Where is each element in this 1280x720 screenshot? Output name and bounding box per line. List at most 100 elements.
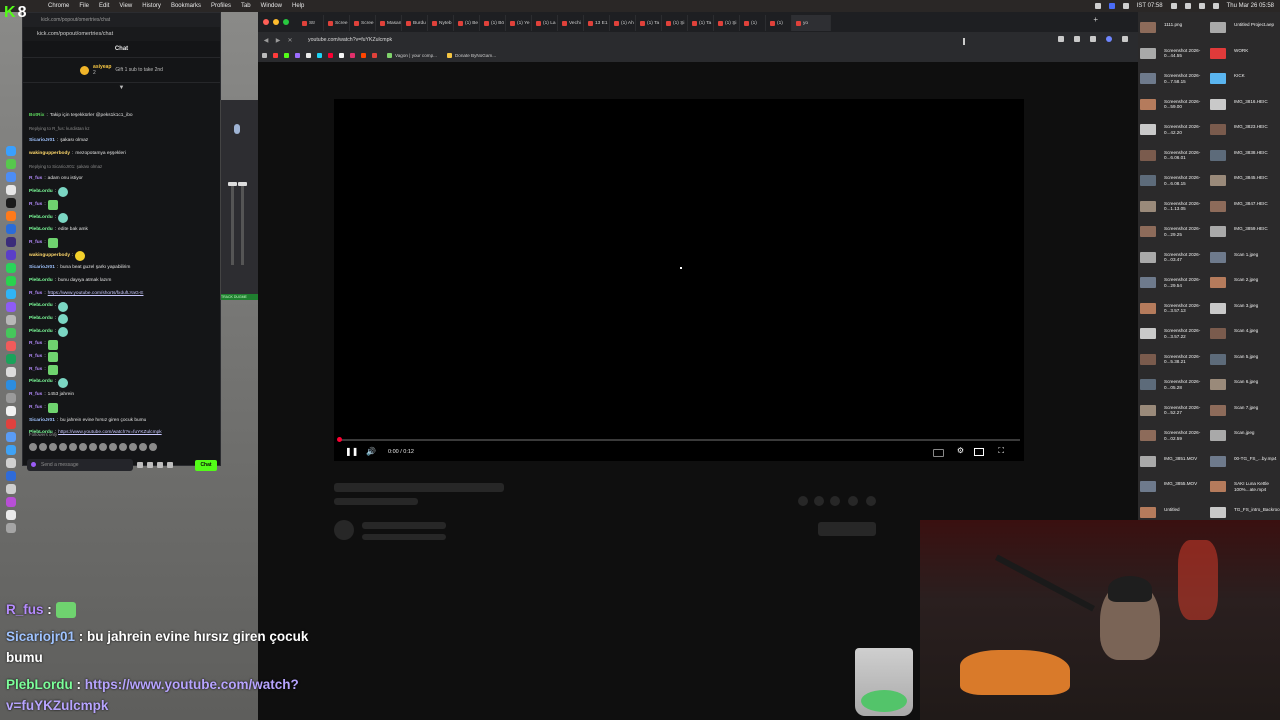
- address-bar[interactable]: youtube.com/watch?v=fuYKZulcmpk: [308, 37, 392, 43]
- browser-tab[interactable]: Burdu: [402, 15, 428, 31]
- desktop-file[interactable]: Screenshot 2026-0...03.47: [1140, 251, 1210, 276]
- status-icon[interactable]: [1122, 3, 1129, 9]
- browser-tab[interactable]: Nyteb: [428, 15, 454, 31]
- media-encoder-dock-icon[interactable]: [6, 250, 16, 260]
- app-dock-icon[interactable]: [6, 367, 16, 377]
- emote-icon[interactable]: [149, 443, 157, 451]
- forward-arrow-icon[interactable]: ▶: [274, 37, 282, 44]
- bookmark-favicon[interactable]: [317, 52, 322, 58]
- desktop-file[interactable]: Scan 7.jpeg: [1210, 404, 1280, 429]
- chat-username[interactable]: SicarioJr01: [29, 262, 55, 275]
- chat-username[interactable]: R_fus: [29, 351, 42, 364]
- chat-username[interactable]: PlebLordu: [29, 224, 53, 237]
- stop-icon[interactable]: ✕: [286, 37, 294, 44]
- desktop-file[interactable]: Scan 4.jpeg: [1210, 328, 1280, 352]
- desktop-file[interactable]: IMG_3823.HEIC: [1210, 124, 1280, 148]
- chat-username[interactable]: R_fus: [29, 237, 42, 250]
- desktop-file[interactable]: Screenshot 2026-0...6.06.01: [1140, 149, 1210, 174]
- chat-username[interactable]: PlebLordu: [29, 275, 53, 288]
- desktop-file[interactable]: Scan 3.jpeg: [1210, 302, 1280, 327]
- discord-dock-icon[interactable]: [6, 302, 16, 312]
- volume-slider-handle[interactable]: [228, 182, 237, 186]
- app-dock-icon[interactable]: [6, 341, 16, 351]
- bookmark-favicon[interactable]: [295, 52, 300, 58]
- desktop-file[interactable]: Screenshot 2026-0...29.25: [1140, 226, 1210, 250]
- desktop-file[interactable]: Screenshot 2026-0...52.27: [1140, 404, 1210, 429]
- desktop-file[interactable]: Screenshot 2026-0...3.57.13: [1140, 302, 1210, 327]
- app-dock-icon[interactable]: [6, 419, 16, 429]
- chat-username[interactable]: wakingupperbody: [29, 148, 70, 161]
- desktop-file[interactable]: IMG_3838.HEIC: [1210, 149, 1280, 174]
- menu-view[interactable]: View: [119, 3, 132, 9]
- desktop-file[interactable]: Scan 2.jpeg: [1210, 277, 1280, 301]
- emote-icon[interactable]: [69, 443, 77, 451]
- message-input[interactable]: Send a message: [27, 459, 133, 471]
- chat-username[interactable]: R_fus: [29, 199, 42, 212]
- browser-tab[interactable]: Masan: [376, 15, 402, 31]
- chat-username[interactable]: SicarioJr01: [29, 415, 55, 428]
- bookmark-favicon[interactable]: [328, 52, 333, 58]
- theater-mode-icon[interactable]: [974, 448, 984, 456]
- browser-tab[interactable]: Str: [298, 15, 324, 31]
- browser-tab[interactable]: (1) Ye: [506, 15, 532, 31]
- app-dock-icon[interactable]: [6, 406, 16, 416]
- bookmark-favicon[interactable]: [361, 52, 366, 58]
- browser-tab[interactable]: Scree: [350, 15, 376, 31]
- app-dock-icon[interactable]: [6, 432, 16, 442]
- menu-edit[interactable]: Edit: [99, 3, 109, 9]
- desktop-file[interactable]: Screenshot 2026-0...42.20: [1140, 124, 1210, 148]
- chat-send-button[interactable]: Chat: [195, 459, 217, 471]
- browser-tab[interactable]: 13 E1: [584, 15, 610, 31]
- bookmark-favicon[interactable]: [339, 52, 344, 58]
- desktop-file[interactable]: Screenshot 2026-0...6.08.15: [1140, 175, 1210, 199]
- emote-icon[interactable]: [99, 443, 107, 451]
- bookmark-favicon[interactable]: [273, 52, 278, 58]
- desktop-file[interactable]: IMG_3859.HEIC: [1210, 226, 1280, 250]
- desktop-file[interactable]: IMG_3855.MOV: [1140, 481, 1210, 505]
- app-dock-icon[interactable]: [6, 172, 16, 182]
- chat-username[interactable]: R_fus: [29, 338, 42, 351]
- status-icon[interactable]: [1094, 3, 1101, 9]
- chevron-down-icon[interactable]: ▼: [23, 83, 220, 93]
- bluetooth-icon[interactable]: [1170, 3, 1177, 9]
- desktop-file[interactable]: Screenshot 2026-0...05.28: [1140, 379, 1210, 403]
- emoji-icon[interactable]: [137, 462, 143, 468]
- photoshop-dock-icon[interactable]: [6, 224, 16, 234]
- app-dock-icon[interactable]: [6, 484, 16, 494]
- video-progress-bar[interactable]: [338, 439, 1020, 441]
- desktop-file[interactable]: IMG_3847.HEIC: [1210, 200, 1280, 225]
- emote-icon[interactable]: [129, 443, 137, 451]
- pinned-gift-banner[interactable]: asiyeap 2 Gift 1 sub to take 2nd: [23, 58, 220, 83]
- desktop-file[interactable]: SAKI Luna Kettle 100%...ate.mp4: [1210, 481, 1280, 505]
- chat-username[interactable]: R_fus: [29, 364, 42, 377]
- browser-tab[interactable]: (1) Ah: [610, 15, 636, 31]
- back-arrow-icon[interactable]: ◀: [262, 37, 270, 44]
- desktop-file[interactable]: IMG_3845.HEIC: [1210, 175, 1280, 199]
- menu-profiles[interactable]: Profiles: [211, 3, 231, 9]
- app-dock-icon[interactable]: [6, 354, 16, 364]
- zoom-window-button[interactable]: [283, 19, 289, 25]
- desktop-file[interactable]: Screenshot 2026-0...7.58.15: [1140, 73, 1210, 97]
- subtitles-icon[interactable]: [933, 449, 944, 457]
- desktop-file[interactable]: Scan 5.jpeg: [1210, 353, 1280, 378]
- finder-dock-icon[interactable]: [6, 146, 16, 156]
- emote-icon[interactable]: [49, 443, 57, 451]
- illustrator-dock-icon[interactable]: [6, 211, 16, 221]
- menu-dots-icon[interactable]: [1122, 36, 1128, 42]
- app-dock-icon[interactable]: [6, 380, 16, 390]
- chat-username[interactable]: wakingupperbody: [29, 250, 70, 263]
- emote-icon[interactable]: [79, 443, 87, 451]
- chrome-dock-icon[interactable]: [6, 185, 16, 195]
- app-dock-icon[interactable]: [6, 159, 16, 169]
- menu-file[interactable]: File: [79, 3, 89, 9]
- desktop-file[interactable]: 00-TG_FS_...by.mp4: [1210, 455, 1280, 480]
- control-center-icon[interactable]: [1212, 3, 1219, 9]
- app-dock-icon[interactable]: [6, 458, 16, 468]
- spotify-dock-icon[interactable]: [6, 263, 16, 273]
- app-dock-icon[interactable]: [6, 328, 16, 338]
- messages-dock-icon[interactable]: [6, 276, 16, 286]
- chat-username[interactable]: PlebLordu: [29, 326, 53, 339]
- browser-tab[interactable]: (1) Ta: [636, 15, 662, 31]
- pause-button[interactable]: ❚❚: [345, 448, 358, 456]
- app-dock-icon[interactable]: [6, 315, 16, 325]
